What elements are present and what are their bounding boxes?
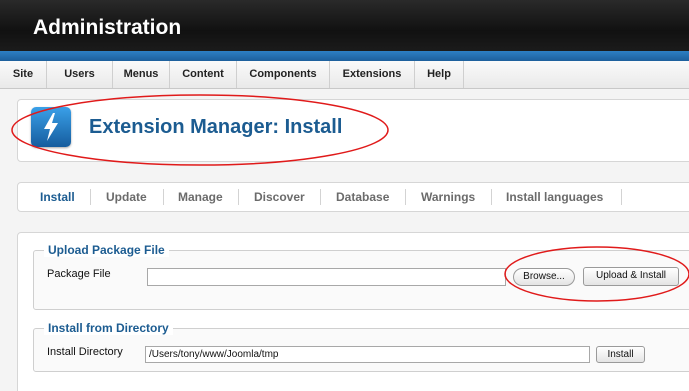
tab-install[interactable]: Install xyxy=(40,189,75,205)
tab-separator xyxy=(621,189,622,205)
menu-item-help[interactable]: Help xyxy=(415,61,464,88)
menu-item-content[interactable]: Content xyxy=(170,61,237,88)
install-directory-button[interactable]: Install xyxy=(596,346,645,363)
tab-manage[interactable]: Manage xyxy=(178,189,223,205)
install-directory-input[interactable] xyxy=(145,346,590,363)
upload-install-button[interactable]: Upload & Install xyxy=(583,267,679,286)
tab-warnings[interactable]: Warnings xyxy=(421,189,475,205)
menu-item-users[interactable]: Users xyxy=(47,61,113,88)
header-stripe xyxy=(0,51,689,61)
tab-separator xyxy=(320,189,321,205)
tab-install-languages[interactable]: Install languages xyxy=(506,189,603,205)
header-title: Administration xyxy=(33,16,182,39)
package-file-label: Package File xyxy=(47,268,111,280)
tab-database[interactable]: Database xyxy=(336,189,389,205)
tab-separator xyxy=(90,189,91,205)
tab-separator xyxy=(163,189,164,205)
main-menu: Site Users Menus Content Components Exte… xyxy=(0,61,689,89)
tab-update[interactable]: Update xyxy=(106,189,147,205)
page-title: Extension Manager: Install xyxy=(89,116,343,138)
package-file-input[interactable] xyxy=(147,268,506,286)
tab-separator xyxy=(405,189,406,205)
tab-discover[interactable]: Discover xyxy=(254,189,305,205)
install-directory-legend: Install from Directory xyxy=(44,321,173,335)
menu-item-components[interactable]: Components xyxy=(237,61,330,88)
admin-header: Administration xyxy=(0,0,689,51)
menu-item-extensions[interactable]: Extensions xyxy=(330,61,415,88)
install-directory-label: Install Directory xyxy=(47,346,123,358)
browse-button[interactable]: Browse... xyxy=(513,268,575,286)
upload-package-legend: Upload Package File xyxy=(44,243,169,257)
menu-item-menus[interactable]: Menus xyxy=(113,61,170,88)
lightning-bolt-icon xyxy=(31,107,71,147)
tab-separator xyxy=(491,189,492,205)
tab-separator xyxy=(238,189,239,205)
menu-item-site[interactable]: Site xyxy=(0,61,47,88)
